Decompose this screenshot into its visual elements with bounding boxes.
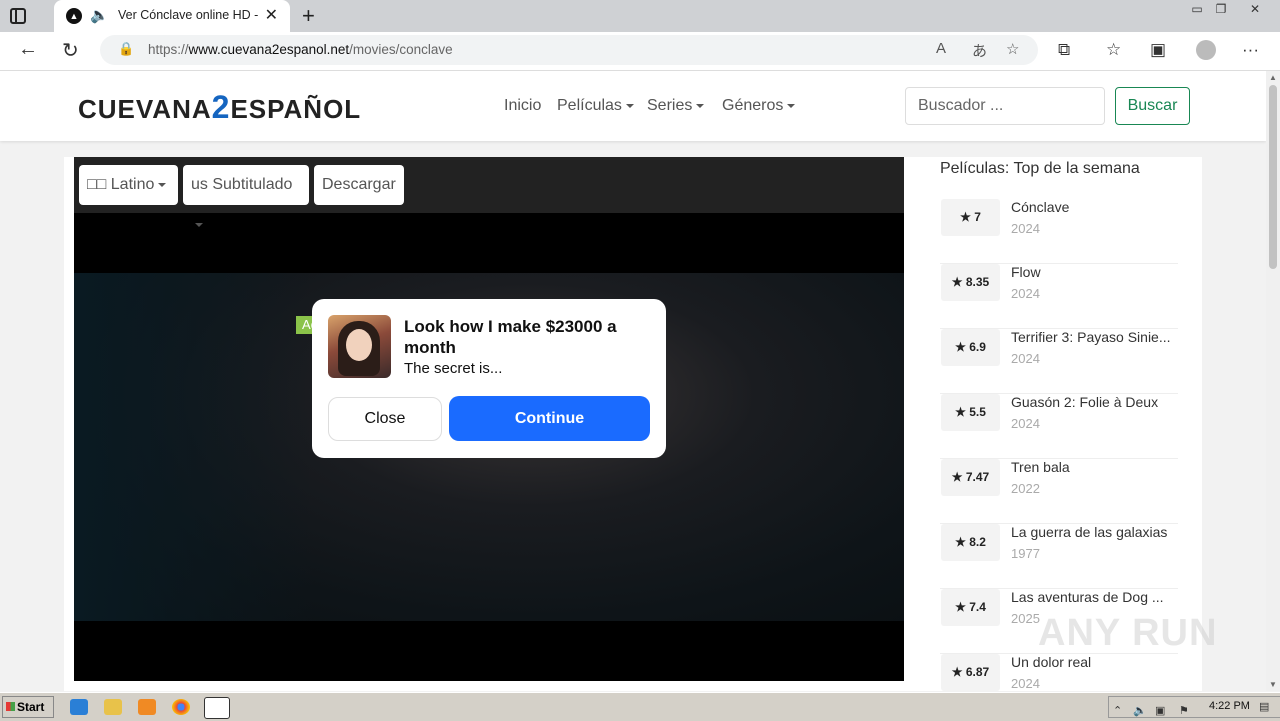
rating-badge: ★ 6.9 <box>941 329 1000 366</box>
top-week-heading: Películas: Top de la semana <box>940 160 1140 177</box>
refresh-icon[interactable]: ↻ <box>62 38 79 63</box>
movie-year: 2024 <box>1011 676 1040 691</box>
movie-year: 1977 <box>1011 546 1040 561</box>
flag-icon[interactable]: ⚑ <box>1179 704 1189 717</box>
restore-icon[interactable]: ❐ <box>1206 0 1236 18</box>
collections-icon[interactable]: ▣ <box>1150 40 1166 60</box>
tab-bar: ▲ 🔈 Ver Cónclave online HD - C ✕ + ▭ ❐ ✕ <box>0 0 1280 32</box>
nav-generos[interactable]: Géneros <box>722 97 795 115</box>
volume-icon[interactable]: 🔈 <box>1133 704 1147 717</box>
favorites-icon[interactable]: ☆ <box>1106 40 1121 60</box>
lock-icon[interactable]: 🔒 <box>118 41 134 57</box>
ie-icon[interactable] <box>70 699 88 715</box>
page-scrollbar[interactable]: ▲ ▼ <box>1266 71 1280 691</box>
nav-peliculas[interactable]: Películas <box>557 97 634 115</box>
window-close-icon[interactable]: ✕ <box>1240 0 1270 18</box>
network-icon[interactable]: ▣ <box>1155 704 1165 717</box>
site-logo[interactable]: CUEVANA2ESPAÑOL <box>78 89 361 126</box>
scroll-up-icon[interactable]: ▲ <box>1269 73 1277 82</box>
ad-close-button[interactable]: Close <box>328 397 442 441</box>
taskbar: Start ⌃ 🔈 ▣ ⚑ 4:22 PM ▤ <box>0 692 1280 721</box>
explorer-icon[interactable] <box>104 699 122 715</box>
new-tab-icon[interactable]: + <box>302 3 315 29</box>
movie-title[interactable]: La guerra de las galaxias <box>1011 524 1176 540</box>
show-desktop-icon[interactable]: ▤ <box>1259 700 1269 713</box>
speaker-icon[interactable]: 🔈 <box>90 6 109 24</box>
rating-badge: ★ 8.2 <box>941 524 1000 561</box>
movie-year: 2024 <box>1011 351 1040 366</box>
movie-year: 2022 <box>1011 481 1040 496</box>
download-button[interactable]: Descargar <box>314 165 404 205</box>
browser-toolbar: ← ↻ 🔒 https://www.cuevana2espanol.net/mo… <box>0 32 1280 71</box>
address-bar[interactable]: 🔒 https://www.cuevana2espanol.net/movies… <box>100 35 1038 65</box>
browser-tab[interactable]: ▲ 🔈 Ver Cónclave online HD - C ✕ <box>54 0 290 32</box>
ad-image[interactable] <box>328 315 391 378</box>
movie-year: 2024 <box>1011 221 1040 236</box>
url-text[interactable]: https://www.cuevana2espanol.net/movies/c… <box>148 42 453 57</box>
clock: 4:22 PM <box>1209 700 1250 712</box>
media-player-icon[interactable] <box>138 699 156 715</box>
language-dropdown[interactable]: □□ Latino <box>79 165 178 205</box>
tray-expand-icon[interactable]: ⌃ <box>1113 704 1122 717</box>
movie-title[interactable]: Un dolor real <box>1011 654 1176 670</box>
ad-title: Look how I make $23000 a month <box>404 317 617 357</box>
player-options-bar: □□ Latino us Subtitulado Descargar <box>74 157 904 213</box>
ad-continue-button[interactable]: Continue <box>449 396 650 441</box>
scroll-thumb[interactable] <box>1269 85 1277 269</box>
ad-subtitle: The secret is... <box>404 360 503 377</box>
read-aloud-icon[interactable]: A <box>936 40 946 57</box>
site-favicon-icon: ▲ <box>66 8 82 24</box>
movie-year: 2024 <box>1011 416 1040 431</box>
nav-series[interactable]: Series <box>647 97 704 115</box>
site-header: CUEVANA2ESPAÑOL Inicio Películas Series … <box>0 71 1266 141</box>
search-button[interactable]: Buscar <box>1115 87 1190 125</box>
top-movie-item[interactable]: ★ 6.87 Un dolor real 2024 <box>940 654 1178 691</box>
scroll-down-icon[interactable]: ▼ <box>1269 680 1277 689</box>
ad-popup: Look how I make $23000 a month The secre… <box>312 299 666 458</box>
tab-actions-icon[interactable] <box>10 8 26 24</box>
top-movie-item[interactable]: ★ 6.9 Terrifier 3: Payaso Sinie... 2024 <box>940 329 1178 394</box>
rating-badge: ★ 7.4 <box>941 589 1000 626</box>
nav-inicio[interactable]: Inicio <box>504 97 541 115</box>
translate-icon[interactable]: あ <box>972 40 987 61</box>
edge-icon[interactable] <box>204 697 230 719</box>
rating-badge: ★ 6.87 <box>941 654 1000 691</box>
top-movie-item[interactable]: ★ 7.47 Tren bala 2022 <box>940 459 1178 524</box>
more-menu-icon[interactable]: ··· <box>1242 40 1259 60</box>
rating-badge: ★ 8.35 <box>941 264 1000 301</box>
top-movie-item[interactable]: ★ 5.5 Guasón 2: Folie à Deux 2024 <box>940 394 1178 459</box>
movie-title[interactable]: Cónclave <box>1011 199 1176 215</box>
movie-title[interactable]: Tren bala <box>1011 459 1176 475</box>
profile-avatar[interactable] <box>1196 40 1216 60</box>
movie-year: 2025 <box>1011 611 1040 626</box>
start-button[interactable]: Start <box>2 696 54 718</box>
subtitle-dropdown[interactable]: us Subtitulado <box>183 165 309 205</box>
system-tray: ⌃ 🔈 ▣ ⚑ <box>1108 696 1280 718</box>
movie-title[interactable]: Flow <box>1011 264 1176 280</box>
rating-badge: ★ 5.5 <box>941 394 1000 431</box>
back-icon[interactable]: ← <box>18 38 38 61</box>
close-tab-icon[interactable]: ✕ <box>265 5 278 25</box>
rating-badge: ★ 7 <box>941 199 1000 236</box>
search-input[interactable] <box>905 87 1105 125</box>
top-movie-item[interactable]: ★ 8.2 La guerra de las galaxias 1977 <box>940 524 1178 589</box>
tab-title: Ver Cónclave online HD - C <box>118 8 258 22</box>
anyrun-watermark: ANY RUN <box>1038 612 1218 654</box>
top-movie-item[interactable]: ★ 8.35 Flow 2024 <box>940 264 1178 329</box>
chrome-icon[interactable] <box>172 699 190 715</box>
movie-year: 2024 <box>1011 286 1040 301</box>
movie-title[interactable]: Las aventuras de Dog ... <box>1011 589 1176 605</box>
movie-title[interactable]: Terrifier 3: Payaso Sinie... <box>1011 329 1176 345</box>
favorite-add-icon[interactable]: ☆ <box>1006 40 1019 58</box>
top-movie-item[interactable]: ★ 7 Cónclave 2024 <box>940 199 1178 264</box>
rating-badge: ★ 7.47 <box>941 459 1000 496</box>
extensions-icon[interactable]: ⧉ <box>1058 40 1070 60</box>
movie-title[interactable]: Guasón 2: Folie à Deux <box>1011 394 1176 410</box>
